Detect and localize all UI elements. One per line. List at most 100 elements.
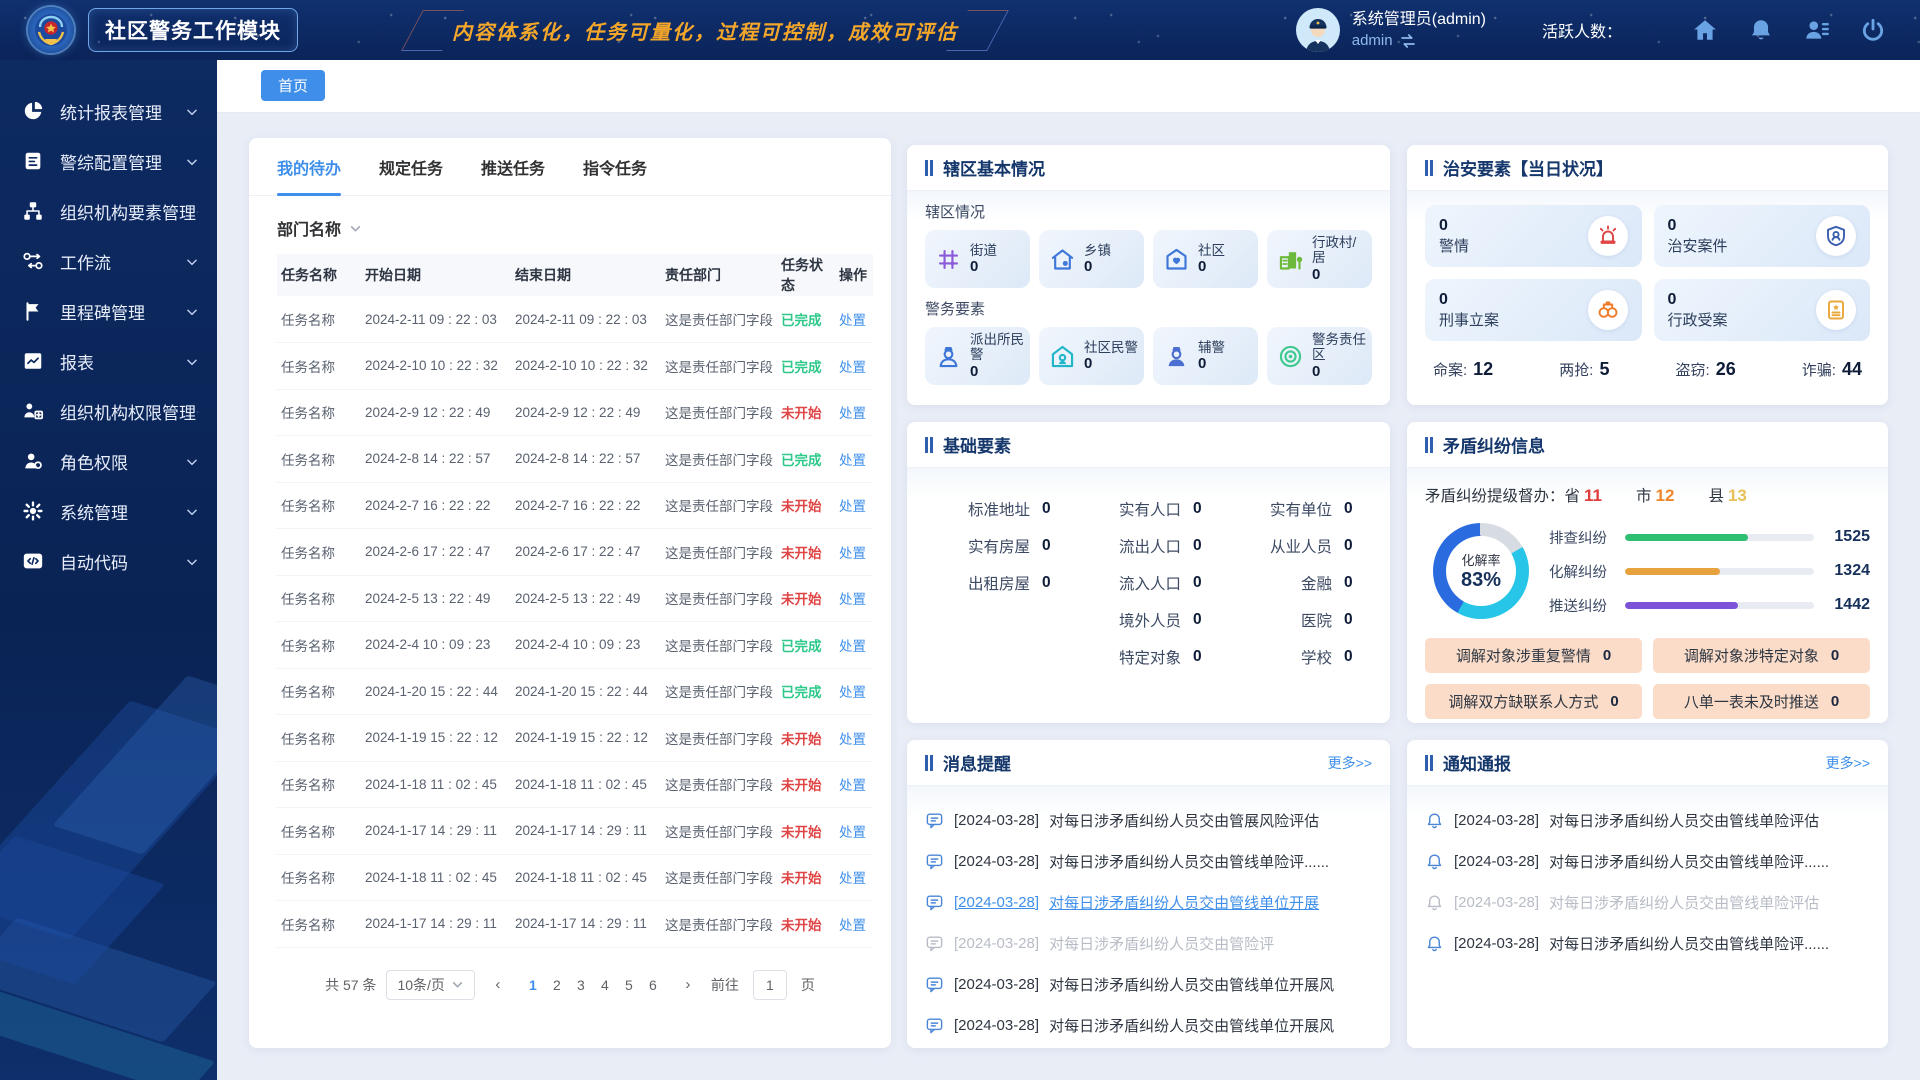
users-icon[interactable] <box>1804 17 1830 43</box>
department-filter[interactable]: 部门名称 <box>249 196 891 246</box>
sidebar-item[interactable]: 组织机构要素管理 <box>0 186 217 236</box>
task-name: 任务名称 <box>277 529 361 576</box>
todo-tab[interactable]: 指令任务 <box>583 138 647 196</box>
sidebar-item-label: 警综配置管理 <box>60 149 185 174</box>
button-value: 0 <box>1603 647 1611 664</box>
stat-tile[interactable]: 街道 0 <box>925 230 1030 288</box>
more-link[interactable]: 更多>> <box>1826 753 1870 773</box>
security-stat-tile[interactable]: 0 警情 <box>1425 205 1642 267</box>
stat-tile[interactable]: 警务责任区 0 <box>1267 327 1372 385</box>
handle-link[interactable]: 处置 <box>839 313 866 328</box>
sidebar-item[interactable]: 自动代码 <box>0 536 217 586</box>
page-number[interactable]: 3 <box>569 971 593 999</box>
handle-link[interactable]: 处置 <box>839 918 866 933</box>
tab-home[interactable]: 首页 <box>261 70 325 101</box>
handle-link[interactable]: 处置 <box>839 639 866 654</box>
sidebar-item[interactable]: 警综配置管理 <box>0 136 217 186</box>
sidebar-item[interactable]: 统计报表管理 <box>0 86 217 136</box>
stat-tile[interactable]: 行政村/居 0 <box>1267 230 1372 288</box>
stat-tile[interactable]: 社区民警 0 <box>1039 327 1144 385</box>
bell-icon <box>1425 852 1444 871</box>
security-stat-tile[interactable]: 0 刑事立案 <box>1425 279 1642 341</box>
main-area: 首页 我的待办 规定任务 推送任务 指令任务 部门名称 <box>217 60 1920 1080</box>
mediation-filter-button[interactable]: 八单一表未及时推送 0 <box>1653 684 1870 719</box>
goto-page-input[interactable] <box>753 970 787 1000</box>
workflow-icon <box>22 250 44 272</box>
notice-item[interactable]: [2024-03-28] 对每日涉矛盾纠纷人员交由管线单险评...... <box>1425 841 1870 882</box>
sidebar-item[interactable]: 组织机构权限管理 <box>0 386 217 436</box>
handle-link[interactable]: 处置 <box>839 825 866 840</box>
notice-item[interactable]: [2024-03-28] 对每日涉矛盾纠纷人员交由管线单险评估 <box>1425 882 1870 923</box>
prev-page-button[interactable]: ‹ <box>485 976 511 993</box>
user-avatar[interactable] <box>1296 8 1340 52</box>
bell-icon[interactable] <box>1748 17 1774 43</box>
home-icon[interactable] <box>1692 17 1718 43</box>
message-item[interactable]: [2024-03-28] 对每日涉矛盾纠纷人员交由管险评 <box>925 923 1372 964</box>
sidebar-item[interactable]: 系统管理 <box>0 486 217 536</box>
message-item[interactable]: [2024-03-28] 对每日涉矛盾纠纷人员交由管展风险评估 <box>925 800 1372 841</box>
task-end-date: 2024-1-18 11 : 02 : 45 <box>511 854 661 901</box>
dispute-bar: 排查纠纷 1525 <box>1549 520 1870 554</box>
stat-tile[interactable]: 社区 0 <box>1153 230 1258 288</box>
task-name: 任务名称 <box>277 343 361 390</box>
task-start-date: 2024-1-18 11 : 02 : 45 <box>361 854 511 901</box>
switch-user-icon[interactable] <box>1399 32 1417 50</box>
notices-panel: 通知通报 更多>> [2024-03-28] 对每日涉矛盾纠纷人员交由管线单险评… <box>1407 740 1888 1048</box>
handle-link[interactable]: 处置 <box>839 871 866 886</box>
bar-label: 推送纠纷 <box>1549 595 1617 616</box>
handle-link[interactable]: 处置 <box>839 592 866 607</box>
task-end-date: 2024-1-17 14 : 29 : 11 <box>511 901 661 948</box>
page-number[interactable]: 6 <box>641 971 665 999</box>
task-start-date: 2024-1-17 14 : 29 : 11 <box>361 808 511 855</box>
stat-tile[interactable]: 辅警 0 <box>1153 327 1258 385</box>
mediation-filter-button[interactable]: 调解双方缺联系人方式 0 <box>1425 684 1642 719</box>
panel-title: 基础要素 <box>943 432 1011 457</box>
page-number[interactable]: 1 <box>521 971 545 999</box>
sidebar-item[interactable]: 报表 <box>0 336 217 386</box>
org-permission-icon <box>22 400 44 422</box>
message-item[interactable]: [2024-03-28] 对每日涉矛盾纠纷人员交由管线单位开展风 <box>925 1005 1372 1046</box>
stat-tile[interactable]: 派出所民警 0 <box>925 327 1030 385</box>
task-department: 这是责任部门字段 <box>661 761 777 808</box>
power-icon[interactable] <box>1860 17 1886 43</box>
page-number[interactable]: 4 <box>593 971 617 999</box>
stat-tile[interactable]: 乡镇 0 <box>1039 230 1144 288</box>
mediation-filter-button[interactable]: 调解对象涉重复警情 0 <box>1425 638 1642 673</box>
notice-item[interactable]: [2024-03-28] 对每日涉矛盾纠纷人员交由管线单险评...... <box>1425 923 1870 964</box>
sidebar-item[interactable]: 工作流 <box>0 236 217 286</box>
mediation-filter-button[interactable]: 调解对象涉特定对象 0 <box>1653 638 1870 673</box>
message-item[interactable]: [2024-03-28] 对每日涉矛盾纠纷人员交由管线单险评...... <box>925 841 1372 882</box>
element-label: 实有单位 <box>1270 498 1332 520</box>
security-stat-tile[interactable]: 0 行政受案 <box>1654 279 1871 341</box>
message-date: [2024-03-28] <box>954 853 1039 870</box>
sidebar-item[interactable]: 角色权限 <box>0 436 217 486</box>
next-page-button[interactable]: › <box>675 976 701 993</box>
page-number[interactable]: 2 <box>545 971 569 999</box>
handle-link[interactable]: 处置 <box>839 732 866 747</box>
element-value: 0 <box>1344 648 1370 666</box>
security-stat-tile[interactable]: 0 治安案件 <box>1654 205 1871 267</box>
more-link[interactable]: 更多>> <box>1328 753 1372 773</box>
tile-value: 0 <box>1439 290 1499 309</box>
sidebar-item[interactable]: 里程碑管理 <box>0 286 217 336</box>
tile-name: 警务责任区 <box>1312 332 1366 363</box>
handle-link[interactable]: 处置 <box>839 685 866 700</box>
handle-link[interactable]: 处置 <box>839 453 866 468</box>
page-size-select[interactable]: 10条/页 <box>386 970 474 1000</box>
message-item[interactable]: [2024-03-28] 对每日涉矛盾纠纷人员交由管线单位开展风 <box>925 964 1372 1005</box>
message-item[interactable]: [2024-03-28] 对每日涉矛盾纠纷人员交由管线单位开展 <box>925 882 1372 923</box>
handle-link[interactable]: 处置 <box>839 778 866 793</box>
notice-item[interactable]: [2024-03-28] 对每日涉矛盾纠纷人员交由管线单险评估 <box>1425 800 1870 841</box>
task-start-date: 2024-2-6 17 : 22 : 47 <box>361 529 511 576</box>
todo-tab[interactable]: 我的待办 <box>277 138 341 196</box>
handle-link[interactable]: 处置 <box>839 406 866 421</box>
clipboard-icon <box>22 150 44 172</box>
handle-link[interactable]: 处置 <box>839 360 866 375</box>
element-label: 学校 <box>1301 646 1332 668</box>
page-number[interactable]: 5 <box>617 971 641 999</box>
handle-link[interactable]: 处置 <box>839 546 866 561</box>
app-header: 社区警务工作模块 内容体系化，任务可量化，过程可控制，成效可评估 系统管理员(a… <box>0 0 1920 60</box>
handle-link[interactable]: 处置 <box>839 499 866 514</box>
todo-tab[interactable]: 推送任务 <box>481 138 545 196</box>
todo-tab[interactable]: 规定任务 <box>379 138 443 196</box>
